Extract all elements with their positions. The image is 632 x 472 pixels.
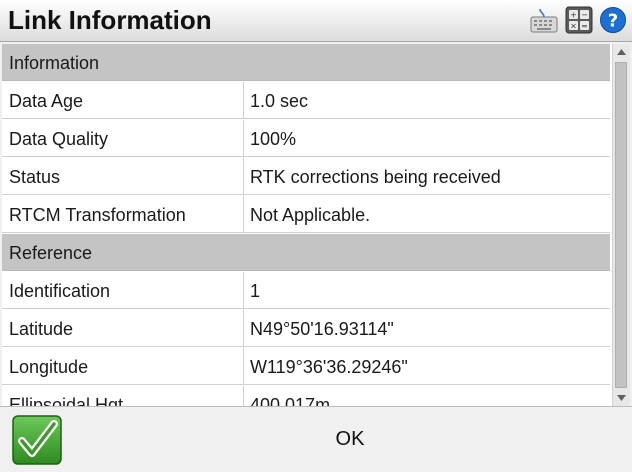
row-label: Latitude (9, 319, 74, 339)
link-info-list[interactable]: Information Data Age 1.0 sec Data Qualit… (2, 44, 612, 406)
row-value: 1.0 sec (250, 91, 309, 111)
table-row[interactable]: Identification 1 (2, 272, 610, 309)
row-value: 400.017m (250, 395, 331, 406)
svg-text:×: × (570, 22, 577, 31)
row-label: Ellipsoidal Hgt (9, 395, 124, 406)
svg-text:+: + (570, 11, 577, 20)
ok-button[interactable]: OK (280, 417, 420, 461)
row-label: Longitude (9, 357, 89, 377)
row-value: RTK corrections being received (250, 167, 501, 187)
table-row[interactable]: Longitude W119°36'36.29246" (2, 348, 610, 385)
row-label: RTCM Transformation (9, 205, 186, 225)
svg-text:=: = (581, 22, 588, 31)
help-icon[interactable]: ? (599, 6, 627, 34)
window-title: Link Information (8, 5, 212, 35)
scroll-down-arrow-icon[interactable] (613, 390, 630, 406)
row-label: Identification (9, 281, 111, 301)
row-value: 100% (250, 129, 297, 149)
scroll-up-arrow-icon[interactable] (613, 44, 630, 60)
section-header-reference: Reference (2, 234, 610, 271)
title-bar: Link Information + − × = ? (0, 0, 632, 42)
vertical-scrollbar[interactable] (612, 44, 630, 406)
scrollbar-thumb[interactable] (615, 62, 627, 388)
column-divider (243, 272, 244, 308)
column-divider (243, 82, 244, 118)
section-header-label: Reference (9, 243, 93, 263)
bottom-bar: OK (0, 406, 632, 472)
column-divider (243, 158, 244, 194)
row-value: W119°36'36.29246" (250, 357, 408, 377)
section-header-information: Information (2, 44, 610, 81)
table-row[interactable]: Status RTK corrections being received (2, 158, 610, 195)
column-divider (243, 310, 244, 346)
table-row[interactable]: Latitude N49°50'16.93114" (2, 310, 610, 347)
row-value: N49°50'16.93114" (250, 319, 394, 339)
column-divider (243, 196, 244, 232)
calculator-icon[interactable]: + − × = (565, 6, 593, 34)
keyboard-icon[interactable] (530, 6, 558, 34)
column-divider (243, 386, 244, 406)
row-value: Not Applicable. (250, 205, 371, 225)
column-divider (243, 120, 244, 156)
row-label: Data Quality (9, 129, 109, 149)
table-row[interactable]: Ellipsoidal Hgt 400.017m (2, 386, 610, 406)
table-row[interactable]: RTCM Transformation Not Applicable. (2, 196, 610, 233)
table-row[interactable]: Data Age 1.0 sec (2, 82, 610, 119)
accept-checkmark-icon[interactable] (12, 415, 62, 465)
row-value: 1 (250, 281, 261, 301)
table-row[interactable]: Data Quality 100% (2, 120, 610, 157)
row-label: Data Age (9, 91, 84, 111)
svg-text:−: − (581, 11, 588, 20)
column-divider (243, 348, 244, 384)
svg-text:?: ? (608, 11, 618, 32)
section-header-label: Information (9, 53, 100, 73)
row-label: Status (9, 167, 61, 187)
